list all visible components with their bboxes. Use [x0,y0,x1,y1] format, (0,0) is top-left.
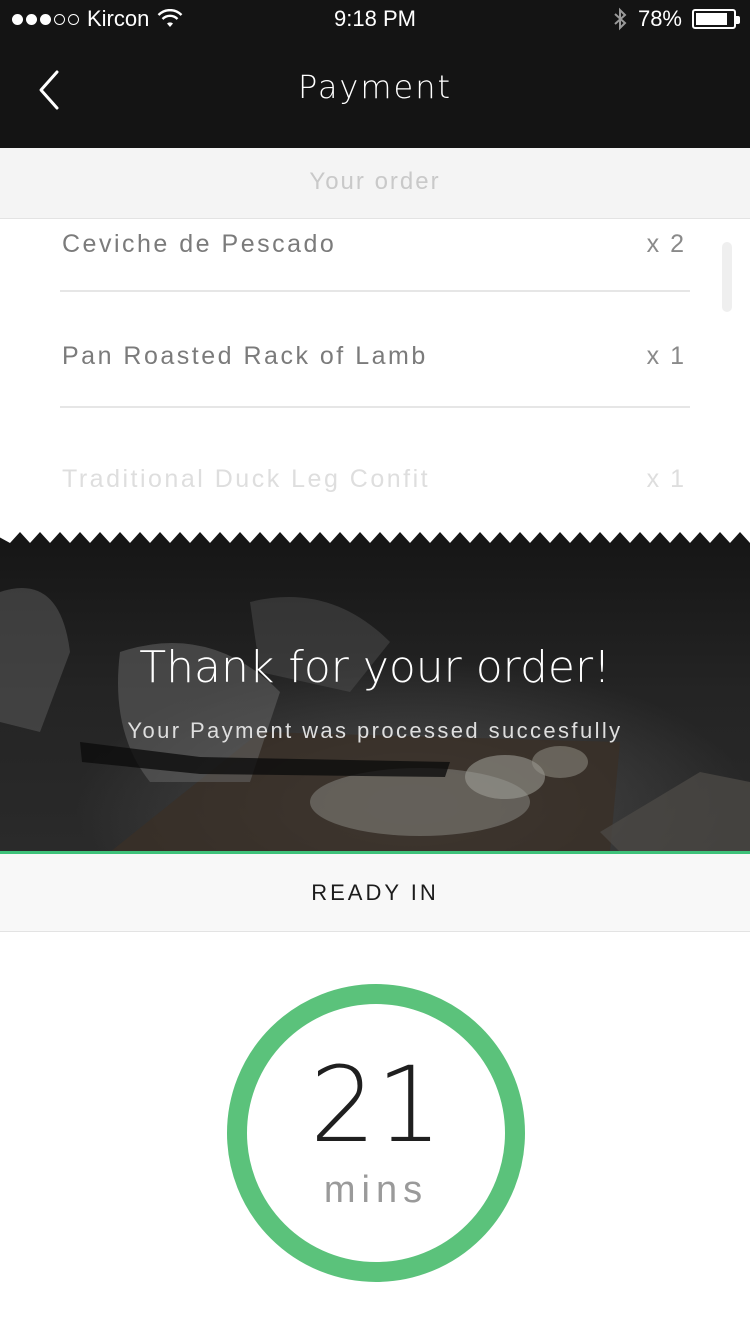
order-list-scrollbar[interactable] [722,242,732,312]
divider [60,406,690,408]
page-title: Payment [297,68,453,106]
divider [60,290,690,292]
battery-percent: 78% [637,6,682,31]
bluetooth-icon [614,7,627,31]
order-header-label: Your order [309,168,441,195]
navigation-bar: Payment [0,40,750,148]
ready-in-label: READY IN [311,880,439,905]
ready-in-header: READY IN [0,854,750,932]
order-item-name: Traditional Duck Leg Confit [62,465,431,493]
top-bar: Kircon 9:18 PM 78% Payment [0,0,750,148]
order-section-header: Your order [0,148,750,219]
status-bar: Kircon 9:18 PM 78% [0,0,750,40]
status-right: 78% [612,6,740,32]
order-item-qty: x 1 [646,465,686,493]
ready-minutes-value: 21 [309,1044,443,1166]
ready-minutes-unit: mins [323,1169,429,1211]
order-item-qty: x 1 [646,342,686,370]
battery-icon [692,9,740,29]
confirmation-banner: Thank for your order! Your Payment was p… [0,532,750,852]
order-list[interactable]: Ceviche de Pescado x 2 Pan Roasted Rack … [0,218,750,533]
confirmation-title: Thank for your order! [139,642,611,693]
ready-timer: 21 mins [226,983,526,1283]
payment-screen: Kircon 9:18 PM 78% Payment Your order Ce… [0,0,750,1334]
order-item-name: Ceviche de Pescado [62,230,337,258]
order-item-name: Pan Roasted Rack of Lamb [62,342,428,370]
order-item-qty: x 2 [646,230,686,258]
confirmation-subtitle: Your Payment was processed succesfully [127,718,623,743]
